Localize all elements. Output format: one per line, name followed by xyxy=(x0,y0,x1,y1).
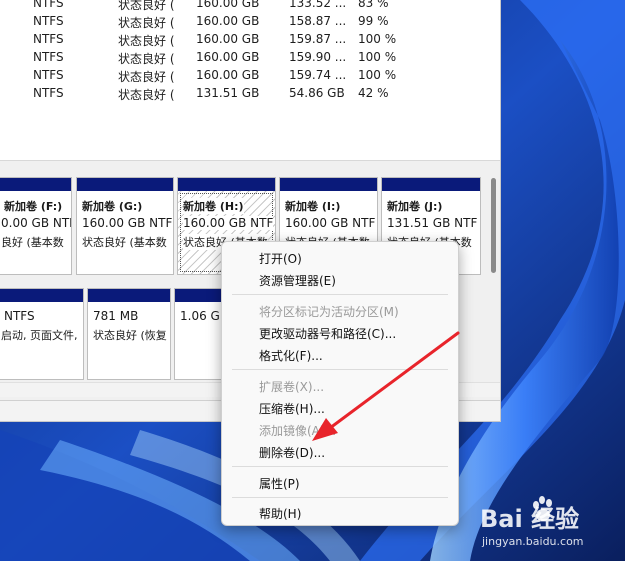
free-space-cell: 159.90 ... xyxy=(289,50,347,64)
menu-separator xyxy=(232,466,448,467)
free-space-cell: 133.52 ... xyxy=(289,0,347,10)
table-row[interactable]: NTFS 状态良好 ( 160.00 GB 159.87 ... 100 % xyxy=(0,30,500,48)
capacity-cell: 160.00 GB xyxy=(196,0,260,10)
partition-bar xyxy=(77,178,173,191)
filesystem-cell: NTFS xyxy=(33,86,64,100)
table-row[interactable]: NTFS 状态良好 ( 160.00 GB 158.87 ... 99 % xyxy=(0,12,500,30)
partition-bar xyxy=(88,289,170,302)
menu-separator xyxy=(232,294,448,295)
partition-status: 良好 (基本数 xyxy=(1,236,64,249)
free-percent-cell: 100 % xyxy=(358,32,397,46)
status-cell: 状态良好 ( xyxy=(118,16,175,30)
partition-recovery[interactable]: 781 MB 状态良好 (恢复 xyxy=(87,288,171,380)
context-menu: 打开(O) 资源管理器(E) 将分区标记为活动分区(M) 更改驱动器号和路径(C… xyxy=(221,241,459,526)
menu-item-mark-active[interactable]: 将分区标记为活动分区(M) xyxy=(259,303,399,320)
capacity-cell: 160.00 GB xyxy=(196,50,260,64)
filesystem-cell: NTFS xyxy=(33,32,64,46)
paw-icon xyxy=(533,496,552,521)
status-cell: 状态良好 ( xyxy=(118,88,175,102)
menu-item-explorer[interactable]: 资源管理器(E) xyxy=(259,272,336,289)
partition-g[interactable]: 新加卷 (G:) 160.00 GB NTF 状态良好 (基本数 xyxy=(76,177,174,275)
filesystem-cell: NTFS xyxy=(33,14,64,28)
free-percent-cell: 100 % xyxy=(358,50,397,64)
partition-bar xyxy=(382,178,480,191)
partition-bar xyxy=(0,178,71,191)
menu-item-format[interactable]: 格式化(F)... xyxy=(259,347,323,364)
status-cell: 状态良好 ( xyxy=(118,34,175,48)
free-percent-cell: 83 % xyxy=(358,0,389,10)
menu-item-shrink-volume[interactable]: 压缩卷(H)... xyxy=(259,400,325,417)
partition-bar xyxy=(280,178,377,191)
menu-separator xyxy=(232,369,448,370)
free-space-cell: 159.74 ... xyxy=(289,68,347,82)
capacity-cell: 160.00 GB xyxy=(196,68,260,82)
partition-size: NTFS xyxy=(4,309,35,323)
table-row[interactable]: NTFS 状态良好 ( 160.00 GB 133.52 ... 83 % xyxy=(0,0,500,12)
vertical-scrollbar[interactable] xyxy=(490,178,498,274)
menu-item-add-mirror[interactable]: 添加镜像(A)... xyxy=(259,422,336,439)
table-row[interactable]: NTFS 状态良好 ( 160.00 GB 159.90 ... 100 % xyxy=(0,48,500,66)
menu-item-properties[interactable]: 属性(P) xyxy=(259,475,300,492)
volume-list: NTFS 状态良好 ( 160.00 GB 133.52 ... 83 % NT… xyxy=(0,0,500,161)
menu-separator xyxy=(232,497,448,498)
partition-name: 新加卷 (J:) xyxy=(387,200,443,213)
status-cell: 状态良好 ( xyxy=(118,52,175,66)
free-space-cell: 54.86 GB xyxy=(289,86,345,100)
table-row[interactable]: NTFS 状态良好 ( 131.51 GB 54.86 GB 42 % xyxy=(0,84,500,102)
filesystem-cell: NTFS xyxy=(33,0,64,10)
filesystem-cell: NTFS xyxy=(33,68,64,82)
partition-bar xyxy=(0,289,83,302)
menu-item-extend-volume[interactable]: 扩展卷(X)... xyxy=(259,378,324,395)
baidu-jingyan-watermark: Bai 经验 jingyan.baidu.com xyxy=(478,495,618,555)
partition-size: 131.51 GB NTF xyxy=(387,216,478,230)
partition-name: 新加卷 (I:) xyxy=(285,200,341,213)
partition-size: 0.00 GB NTF xyxy=(1,216,72,230)
status-cell: 状态良好 ( xyxy=(118,70,175,84)
menu-item-change-drive-letter[interactable]: 更改驱动器号和路径(C)... xyxy=(259,325,396,342)
free-percent-cell: 100 % xyxy=(358,68,397,82)
menu-item-help[interactable]: 帮助(H) xyxy=(259,505,301,522)
partition-name: 新加卷 (G:) xyxy=(82,200,143,213)
partition-name: 新加卷 (F:) xyxy=(4,200,63,213)
watermark-url: jingyan.baidu.com xyxy=(482,535,584,548)
free-percent-cell: 99 % xyxy=(358,14,389,28)
capacity-cell: 131.51 GB xyxy=(196,86,260,100)
free-space-cell: 158.87 ... xyxy=(289,14,347,28)
partition-bar xyxy=(178,178,275,191)
filesystem-cell: NTFS xyxy=(33,50,64,64)
partition-size: 160.00 GB NTF xyxy=(285,216,376,230)
partition-f[interactable]: 新加卷 (F:) 0.00 GB NTF 良好 (基本数 xyxy=(0,177,72,275)
free-percent-cell: 42 % xyxy=(358,86,389,100)
table-row[interactable]: NTFS 状态良好 ( 160.00 GB 159.74 ... 100 % xyxy=(0,66,500,84)
menu-item-delete-volume[interactable]: 删除卷(D)... xyxy=(259,444,325,461)
partition-status: 启动, 页面文件, xyxy=(1,329,78,342)
partition-system[interactable]: NTFS 启动, 页面文件, xyxy=(0,288,84,380)
partition-name: 新加卷 (H:) xyxy=(183,198,244,214)
partition-size: 160.00 GB NTF xyxy=(82,216,173,230)
free-space-cell: 159.87 ... xyxy=(289,32,347,46)
partition-status: 状态良好 (基本数 xyxy=(82,236,167,249)
partition-size: 781 MB xyxy=(93,309,139,323)
partition-status: 状态良好 (恢复 xyxy=(93,329,167,342)
scroll-thumb[interactable] xyxy=(491,178,496,273)
partition-size: 160.00 GB NTF xyxy=(183,216,274,230)
capacity-cell: 160.00 GB xyxy=(196,32,260,46)
capacity-cell: 160.00 GB xyxy=(196,14,260,28)
menu-item-open[interactable]: 打开(O) xyxy=(259,250,302,267)
